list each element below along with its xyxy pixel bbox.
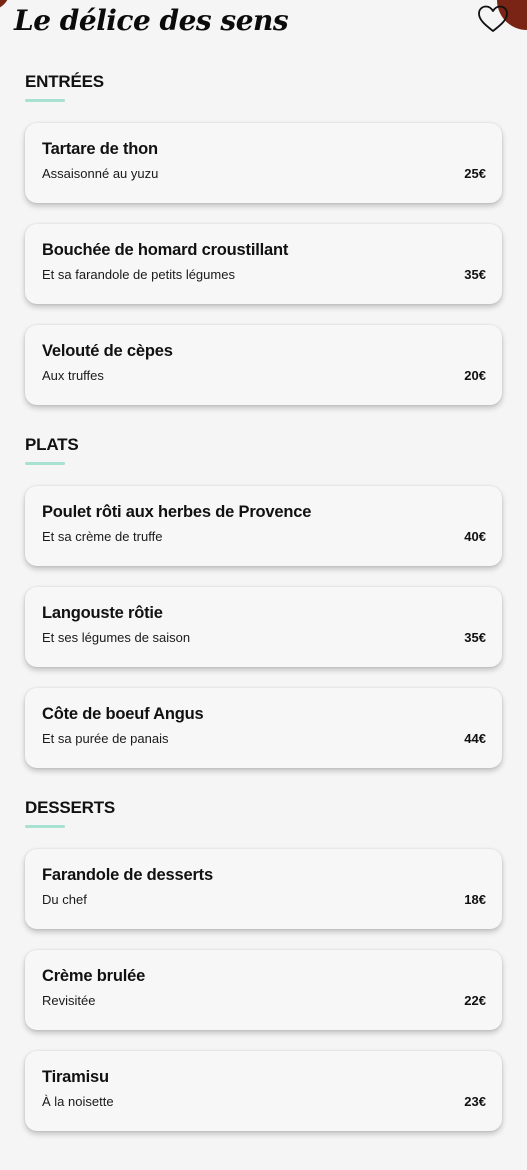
dish-price: 22€ [464,993,486,1008]
dish-description: Et ses légumes de saison [42,630,191,645]
dish-details: Aux truffes 20€ [42,368,486,383]
section-entrees: ENTRÉES Tartare de thon Assaisonné au yu… [0,72,527,405]
dish-name: Tiramisu [42,1068,109,1086]
dish-details: Du chef 18€ [42,892,486,907]
dish-name: Farandole de desserts [42,866,213,884]
favorite-button[interactable] [477,4,509,34]
dish-description: Assaisonné au yuzu [42,166,159,181]
dish-description: Du chef [42,892,87,907]
dish-price: 20€ [464,368,486,383]
menu-item-card[interactable]: Farandole de desserts Du chef 18€ [25,849,502,929]
dish-description: Revisitée [42,993,96,1008]
dish-name: Côte de boeuf Angus [42,705,204,723]
dish-price: 23€ [464,1094,486,1109]
menu-item-card[interactable]: Langouste rôtie Et ses légumes de saison… [25,587,502,667]
header: Le délice des sens [0,0,527,50]
section-title: ENTRÉES [25,72,104,91]
dish-description: À la noisette [42,1094,114,1109]
dish-details: À la noisette 23€ [42,1094,486,1109]
dish-details: Et sa farandole de petits légumes 35€ [42,267,486,282]
section-underline [25,825,65,828]
section-desserts: DESSERTS Farandole de desserts Du chef 1… [0,798,527,1131]
dish-price: 44€ [464,731,486,746]
dish-details: Et sa crème de truffe 40€ [42,529,486,544]
dish-name: Bouchée de homard croustillant [42,241,289,259]
dish-details: Revisitée 22€ [42,993,486,1008]
menu-item-card[interactable]: Velouté de cèpes Aux truffes 20€ [25,325,502,405]
dish-description: Et sa purée de panais [42,731,169,746]
dish-price: 35€ [464,267,486,282]
section-underline [25,462,65,465]
menu-item-card[interactable]: Crème brulée Revisitée 22€ [25,950,502,1030]
dish-name: Poulet rôti aux herbes de Provence [42,503,312,521]
dish-name: Velouté de cèpes [42,342,173,360]
menu-item-card[interactable]: Poulet rôti aux herbes de Provence Et sa… [25,486,502,566]
dish-description: Et sa crème de truffe [42,529,163,544]
dish-description: Aux truffes [42,368,104,383]
menu-item-card[interactable]: Côte de boeuf Angus Et sa purée de panai… [25,688,502,768]
dish-price: 40€ [464,529,486,544]
dish-price: 35€ [464,630,486,645]
menu-item-card[interactable]: Tiramisu À la noisette 23€ [25,1051,502,1131]
dish-details: Assaisonné au yuzu 25€ [42,166,486,181]
dish-details: Et sa purée de panais 44€ [42,731,486,746]
dish-price: 25€ [464,166,486,181]
dish-description: Et sa farandole de petits légumes [42,267,235,282]
section-title: PLATS [25,435,79,454]
heart-outline-icon [478,5,508,32]
dish-details: Et ses légumes de saison 35€ [42,630,486,645]
menu-item-card[interactable]: Bouchée de homard croustillant Et sa far… [25,224,502,304]
section-title: DESSERTS [25,798,116,817]
menu-item-card[interactable]: Tartare de thon Assaisonné au yuzu 25€ [25,123,502,203]
menu-page: Le délice des sens ENTRÉES Tartare de th… [0,0,527,1170]
dish-name: Langouste rôtie [42,604,163,622]
dish-price: 18€ [464,892,486,907]
dish-name: Crème brulée [42,967,146,985]
restaurant-title: Le délice des sens [14,4,289,37]
section-underline [25,99,65,102]
section-plats: PLATS Poulet rôti aux herbes de Provence… [0,435,527,768]
dish-name: Tartare de thon [42,140,158,158]
